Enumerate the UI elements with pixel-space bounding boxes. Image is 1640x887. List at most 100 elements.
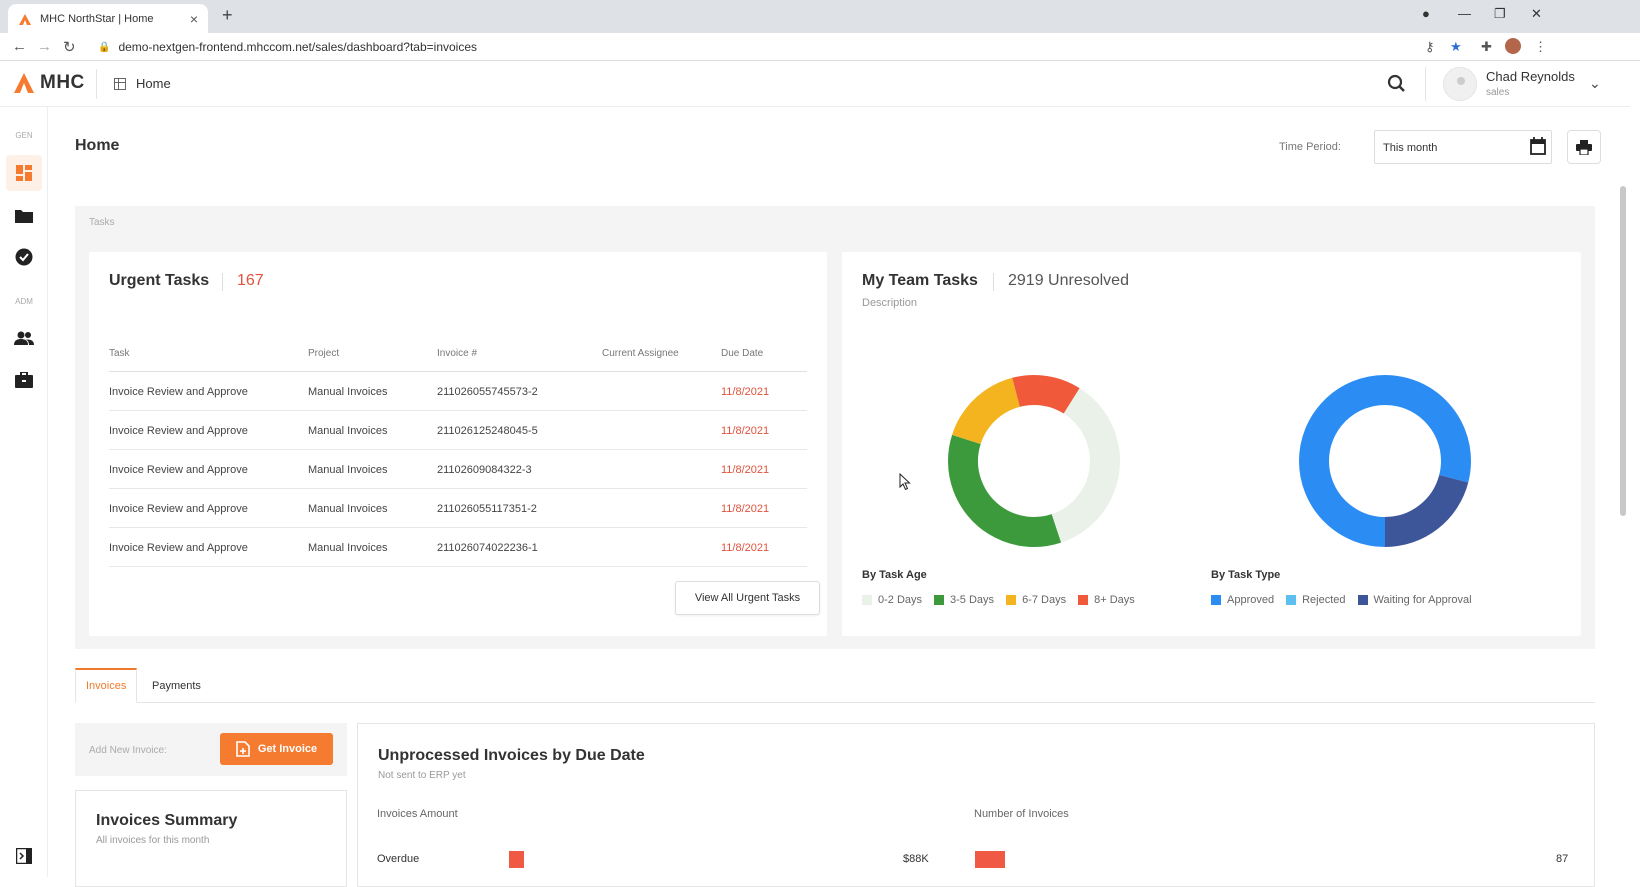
legend-label: 8+ Days bbox=[1094, 594, 1135, 606]
invoice-cell[interactable]: 211026055745573-2 bbox=[437, 386, 538, 398]
browser-menu-icon[interactable]: ⋮ bbox=[1534, 39, 1547, 55]
print-icon bbox=[1576, 139, 1592, 155]
legend-swatch bbox=[1286, 595, 1297, 605]
task-cell: Invoice Review and Approve bbox=[109, 464, 248, 476]
sidebar-item-business[interactable] bbox=[6, 362, 42, 398]
profile-avatar-icon[interactable] bbox=[1505, 38, 1521, 54]
view-all-urgent-tasks-button[interactable]: View All Urgent Tasks bbox=[675, 581, 820, 615]
legend-item[interactable]: Approved bbox=[1211, 594, 1274, 606]
overdue-count-bar[interactable] bbox=[975, 851, 1005, 868]
table-row[interactable]: Invoice Review and Approve Manual Invoic… bbox=[109, 489, 807, 528]
column-header-project: Project bbox=[308, 348, 340, 359]
get-invoice-label: Get Invoice bbox=[257, 743, 318, 755]
collapse-sidebar-icon[interactable] bbox=[16, 848, 32, 864]
legend-item[interactable]: Waiting for Approval bbox=[1357, 594, 1472, 606]
get-invoice-button[interactable]: Get Invoice bbox=[220, 733, 333, 765]
table-row[interactable]: Invoice Review and Approve Manual Invoic… bbox=[109, 411, 807, 450]
forward-icon[interactable]: → bbox=[37, 38, 52, 55]
chevron-down-icon[interactable]: ⌄ bbox=[1589, 75, 1601, 92]
logo-text: MHC bbox=[40, 72, 85, 93]
legend-item[interactable]: 8+ Days bbox=[1078, 594, 1135, 606]
restore-icon[interactable]: ❐ bbox=[1494, 6, 1506, 22]
invoice-cell[interactable]: 21102609084322-3 bbox=[437, 464, 532, 476]
window-close-icon[interactable]: ✕ bbox=[1531, 6, 1542, 22]
task-cell: Invoice Review and Approve bbox=[109, 503, 248, 515]
task-cell: Invoice Review and Approve bbox=[109, 425, 248, 437]
address-bar[interactable]: 🔒 demo-nextgen-frontend.mhccom.net/sales… bbox=[98, 36, 1468, 58]
profile-menu-icon[interactable]: ● bbox=[1422, 6, 1430, 21]
title-separator bbox=[993, 273, 994, 291]
legend-swatch bbox=[1006, 595, 1017, 605]
mhc-logo[interactable]: MHC bbox=[12, 71, 85, 95]
invoice-cell[interactable]: 211026074022236-1 bbox=[437, 542, 538, 554]
column-header-due-date: Due Date bbox=[721, 348, 764, 359]
project-cell: Manual Invoices bbox=[308, 425, 388, 437]
browser-tabstrip: MHC NorthStar | Home × + ● — ❐ ✕ bbox=[0, 0, 1640, 33]
user-name[interactable]: Chad Reynolds bbox=[1486, 69, 1575, 84]
file-add-icon bbox=[236, 741, 250, 757]
time-period-select[interactable]: This month bbox=[1374, 130, 1552, 164]
back-icon[interactable]: ← bbox=[12, 38, 27, 55]
overdue-amount-bar[interactable] bbox=[509, 851, 524, 868]
browser-toolbar: ← → ↻ 🔒 demo-nextgen-frontend.mhccom.net… bbox=[0, 33, 1640, 61]
table-row[interactable]: Invoice Review and Approve Manual Invoic… bbox=[109, 450, 807, 489]
new-tab-button[interactable]: + bbox=[222, 5, 233, 26]
search-icon[interactable] bbox=[1384, 71, 1410, 97]
minimize-icon[interactable]: — bbox=[1458, 6, 1471, 21]
time-period-label: Time Period: bbox=[1279, 141, 1341, 153]
project-cell: Manual Invoices bbox=[308, 542, 388, 554]
sidebar-section-gen: GEN bbox=[15, 131, 33, 140]
team-tasks-description: Description bbox=[862, 297, 918, 309]
number-of-invoices-header: Number of Invoices bbox=[974, 808, 1069, 820]
invoice-cell[interactable]: 211026055117351-2 bbox=[437, 503, 537, 515]
due-date-cell: 11/8/2021 bbox=[721, 386, 770, 398]
legend-item[interactable]: 3-5 Days bbox=[934, 594, 994, 606]
task-type-donut-chart[interactable] bbox=[1297, 373, 1473, 549]
tab-invoices[interactable]: Invoices bbox=[75, 668, 138, 703]
table-row[interactable]: Invoice Review and Approve Manual Invoic… bbox=[109, 372, 807, 411]
key-icon[interactable]: ⚷ bbox=[1425, 39, 1435, 55]
overdue-label: Overdue bbox=[377, 853, 420, 865]
print-button[interactable] bbox=[1567, 130, 1601, 164]
sidebar-item-tasks[interactable] bbox=[6, 239, 42, 275]
task-age-legend: 0-2 Days 3-5 Days 6-7 Days 8+ Days bbox=[862, 594, 1147, 606]
user-role: sales bbox=[1486, 87, 1510, 98]
lock-icon: 🔒 bbox=[98, 41, 111, 53]
legend-swatch bbox=[1078, 595, 1089, 605]
mouse-cursor-icon bbox=[899, 473, 911, 491]
reload-icon[interactable]: ↻ bbox=[63, 38, 76, 56]
tab-close-icon[interactable]: × bbox=[190, 11, 198, 27]
column-header-task: Task bbox=[109, 348, 130, 359]
table-row[interactable]: Invoice Review and Approve Manual Invoic… bbox=[109, 528, 807, 567]
legend-swatch bbox=[862, 595, 872, 605]
sidebar-item-dashboard[interactable] bbox=[6, 155, 42, 191]
page-scrollbar[interactable] bbox=[1620, 186, 1626, 516]
sidebar-item-users[interactable] bbox=[6, 320, 42, 356]
legend-label: 0-2 Days bbox=[878, 594, 923, 606]
legend-label: 3-5 Days bbox=[950, 594, 995, 606]
legend-item[interactable]: 6-7 Days bbox=[1006, 594, 1066, 606]
due-date-cell: 11/8/2021 bbox=[721, 425, 770, 437]
extensions-icon[interactable]: ✚ bbox=[1481, 39, 1492, 55]
calendar-icon[interactable] bbox=[1530, 137, 1546, 155]
legend-item[interactable]: Rejected bbox=[1286, 594, 1346, 606]
invoice-cell[interactable]: 211026125248045-5 bbox=[437, 425, 538, 437]
task-type-legend: Approved Rejected Waiting for Approval bbox=[1211, 594, 1484, 606]
browser-tab[interactable]: MHC NorthStar | Home × bbox=[8, 4, 208, 33]
unprocessed-invoices-title: Unprocessed Invoices by Due Date bbox=[378, 747, 645, 764]
breadcrumb-home: Home bbox=[136, 76, 171, 91]
mhc-favicon-icon bbox=[19, 13, 31, 25]
dashboard-icon bbox=[16, 165, 32, 181]
user-avatar[interactable] bbox=[1443, 67, 1477, 101]
breadcrumb[interactable]: Home bbox=[114, 76, 171, 91]
legend-item[interactable]: 0-2 Days bbox=[862, 594, 922, 606]
bookmark-star-icon[interactable]: ★ bbox=[1450, 39, 1462, 55]
app-header: MHC Home Chad Reynolds sales ⌄ bbox=[0, 61, 1630, 107]
check-circle-icon bbox=[15, 248, 33, 266]
task-age-donut-chart[interactable] bbox=[946, 373, 1122, 549]
tab-payments[interactable]: Payments bbox=[142, 668, 211, 703]
sidebar-item-folders[interactable] bbox=[6, 197, 42, 233]
tasks-section-label: Tasks bbox=[89, 217, 115, 228]
legend-label: Waiting for Approval bbox=[1373, 594, 1472, 606]
page-title: Home bbox=[75, 137, 120, 154]
